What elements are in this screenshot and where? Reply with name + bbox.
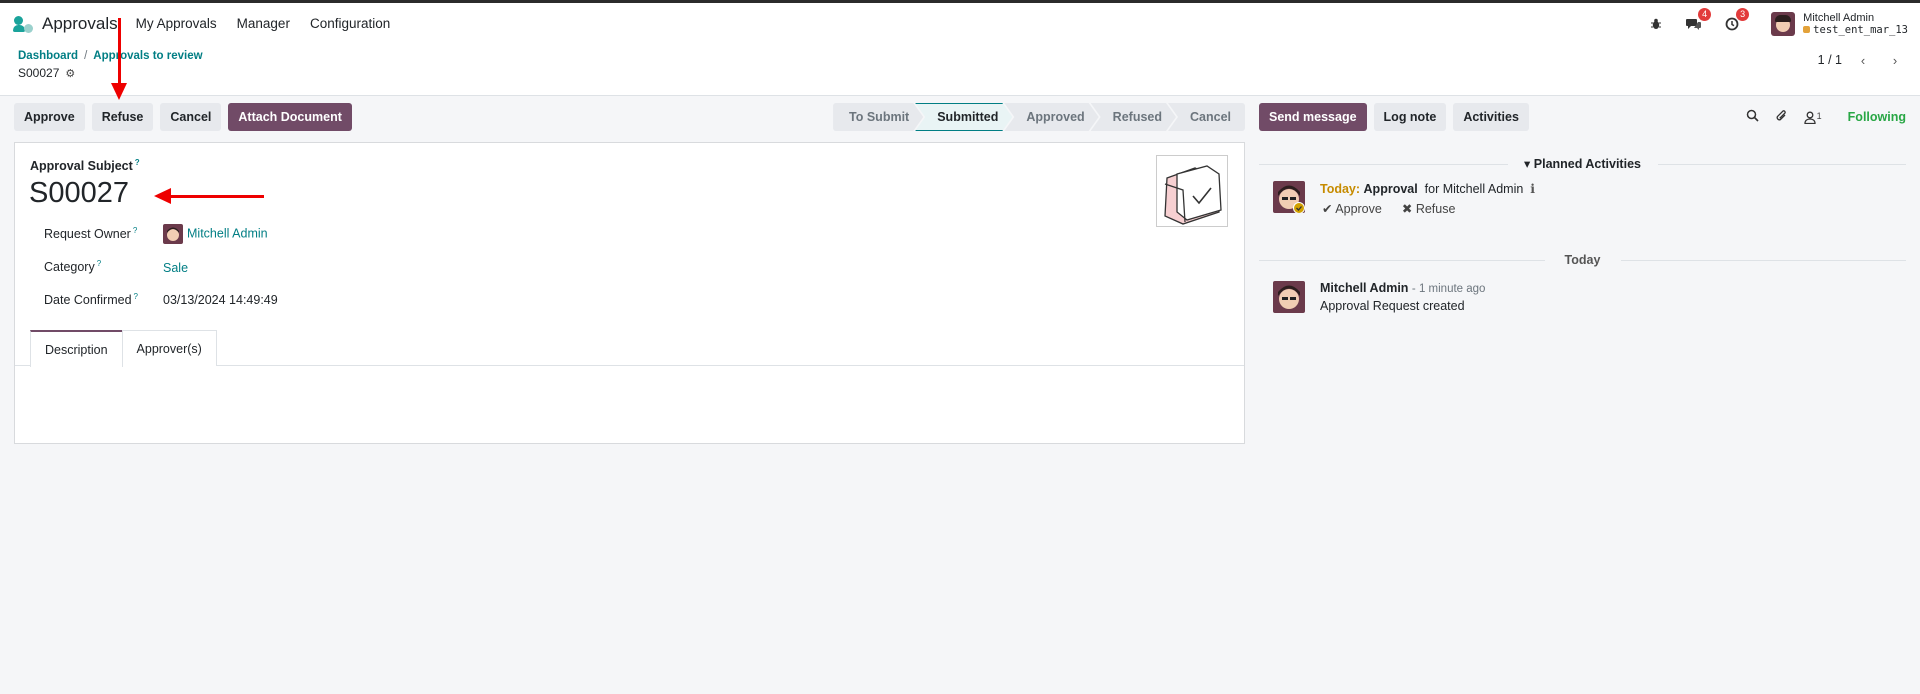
check-icon: ✔: [1322, 202, 1333, 216]
activity-refuse-button[interactable]: ✖ Refuse: [1402, 201, 1456, 216]
request-owner-label: Request Owner?: [44, 226, 138, 242]
activity-type: Approval: [1363, 182, 1418, 196]
stage-refused[interactable]: Refused: [1091, 103, 1176, 131]
messages-badge: 4: [1698, 7, 1712, 21]
stage-submitted-label: Submitted: [915, 103, 1012, 131]
info-icon[interactable]: ℹ: [1530, 182, 1535, 196]
caret-down-icon: ▾: [1524, 157, 1531, 171]
app-name[interactable]: Approvals: [42, 14, 118, 34]
bug-icon[interactable]: [1647, 15, 1665, 33]
category-help-icon[interactable]: ?: [97, 259, 101, 268]
messages-icon[interactable]: 4: [1685, 7, 1712, 33]
status-stages: To Submit Submitted Approved Refused Can…: [833, 103, 1245, 131]
breadcrumb: Dashboard / Approvals to review: [18, 50, 203, 62]
user-menu[interactable]: Mitchell Admin test_ent_mar_13: [1771, 11, 1908, 36]
date-separator: Today: [1259, 253, 1906, 267]
form-sheet: Approval Subject? S00027 Request Owner? …: [14, 142, 1245, 444]
database-name: test_ent_mar_13: [1803, 24, 1908, 36]
pager-next-icon[interactable]: ›: [1884, 50, 1906, 70]
cancel-button[interactable]: Cancel: [160, 103, 222, 131]
owner-help-icon[interactable]: ?: [133, 226, 137, 235]
user-avatar: [1771, 11, 1796, 36]
times-icon: ✖: [1401, 202, 1413, 216]
record-name: S00027: [18, 66, 60, 80]
tab-approvers[interactable]: Approver(s): [121, 330, 217, 366]
stage-submitted[interactable]: Submitted: [915, 103, 1012, 131]
chatter-toolbar: Send message Log note Activities 1 Follo…: [1259, 102, 1906, 132]
owner-avatar: [163, 224, 183, 244]
annotation-arrow-down: [118, 18, 121, 84]
control-panel: Dashboard / Approvals to review S00027 ⚙ 1…: [0, 44, 1920, 96]
activity-title: Today: Approval for Mitchell Admin ℹ: [1320, 181, 1535, 196]
log-note-button[interactable]: Log note: [1373, 103, 1447, 131]
message-author[interactable]: Mitchell Admin - 1 minute ago: [1320, 281, 1485, 295]
following-button[interactable]: Following: [1848, 110, 1906, 124]
stage-approved[interactable]: Approved: [1004, 103, 1098, 131]
top-navbar: Approvals My Approvals Manager Configura…: [0, 3, 1920, 44]
approval-subject-value[interactable]: S00027: [29, 177, 129, 210]
request-owner-value[interactable]: Mitchell Admin: [187, 226, 268, 240]
planned-activities-toggle[interactable]: ▾ Planned Activities: [1259, 156, 1906, 171]
refuse-button[interactable]: Refuse: [91, 103, 154, 131]
approvals-app-icon[interactable]: [12, 13, 34, 35]
breadcrumb-dashboard[interactable]: Dashboard: [18, 50, 78, 62]
annotation-arrow-left: [170, 195, 264, 198]
menu-configuration[interactable]: Configuration: [310, 16, 390, 31]
category-label: Category?: [44, 259, 102, 275]
breadcrumb-approvals-to-review[interactable]: Approvals to review: [93, 50, 202, 62]
stage-to-submit[interactable]: To Submit: [833, 103, 923, 131]
approval-subject-label: Approval Subject?: [30, 158, 140, 174]
approve-button[interactable]: Approve: [14, 103, 85, 131]
activity-actions: ✔ Approve ✖ Refuse: [1322, 201, 1455, 216]
message-time: - 1 minute ago: [1411, 283, 1486, 295]
user-name: Mitchell Admin: [1803, 11, 1875, 24]
subject-help-icon[interactable]: ?: [135, 158, 140, 167]
activity-user-avatar: [1273, 181, 1305, 213]
followers-button[interactable]: 1: [1804, 111, 1822, 124]
menu-manager[interactable]: Manager: [237, 16, 290, 31]
document-image[interactable]: [1156, 155, 1228, 227]
form-area: Approve Refuse Cancel Attach Document To…: [14, 102, 1245, 444]
search-icon[interactable]: [1746, 109, 1759, 125]
pager-previous-icon[interactable]: ‹: [1852, 50, 1874, 70]
message-item: Mitchell Admin - 1 minute ago Approval R…: [1259, 279, 1906, 319]
attach-document-button[interactable]: Attach Document: [228, 103, 352, 131]
activities-clock-icon[interactable]: 3: [1723, 7, 1750, 33]
stage-cancel[interactable]: Cancel: [1168, 103, 1245, 131]
activities-badge: 3: [1736, 7, 1750, 21]
date-help-icon[interactable]: ?: [134, 292, 138, 301]
activities-button[interactable]: Activities: [1453, 103, 1529, 131]
activity-approve-button[interactable]: ✔ Approve: [1322, 201, 1382, 216]
gear-icon[interactable]: ⚙: [65, 67, 75, 80]
activity-assignee: for Mitchell Admin: [1424, 182, 1524, 196]
category-value[interactable]: Sale: [163, 261, 188, 275]
activity-due: Today:: [1320, 182, 1361, 196]
message-body: Approval Request created: [1320, 299, 1465, 313]
chatter-panel: Send message Log note Activities 1 Follo…: [1259, 102, 1906, 319]
pager-value[interactable]: 1 / 1: [1818, 53, 1842, 67]
form-statusbar: Approve Refuse Cancel Attach Document To…: [14, 102, 1245, 132]
followers-user-icon: [1804, 111, 1816, 124]
send-message-button[interactable]: Send message: [1259, 103, 1367, 131]
annotation-arrow-down-head: [111, 83, 127, 100]
record-title: S00027 ⚙: [18, 66, 75, 80]
annotation-arrow-left-head: [154, 188, 171, 204]
tab-description[interactable]: Description: [30, 330, 123, 367]
paperclip-icon[interactable]: [1775, 109, 1788, 126]
message-author-avatar: [1273, 281, 1305, 313]
pager: 1 / 1 ‹ ›: [1818, 50, 1906, 70]
menu-my-approvals[interactable]: My Approvals: [136, 16, 217, 31]
activity-item: Today: Approval for Mitchell Admin ℹ ✔ A…: [1259, 179, 1906, 219]
form-tabs: Description Approver(s): [30, 330, 1244, 367]
request-owner-field[interactable]: Mitchell Admin: [163, 224, 268, 244]
followers-count: 1: [1816, 110, 1822, 121]
date-confirmed-label: Date Confirmed?: [44, 292, 138, 308]
date-confirmed-value: 03/13/2024 14:49:49: [163, 293, 278, 307]
